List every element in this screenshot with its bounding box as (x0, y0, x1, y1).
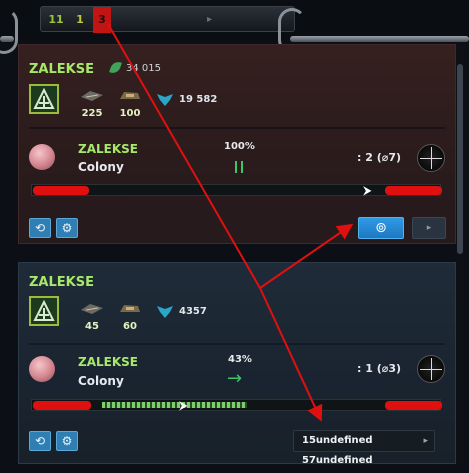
planet-name[interactable]: ZALEKSE (78, 142, 138, 156)
rod-right-decoration (290, 36, 469, 42)
alliance-badge-icon[interactable] (29, 84, 59, 114)
cruiser-count: 100 (119, 108, 141, 119)
fighter-unit: 45 (77, 300, 107, 332)
settings-button[interactable]: ⚙ (56, 431, 78, 451)
owner-score: 34 015 (126, 63, 161, 74)
next-button[interactable]: ▸ (412, 217, 446, 239)
redaction-right (385, 186, 442, 195)
mission-progress-track (31, 399, 441, 411)
planet-name[interactable]: ZALEKSE (78, 355, 138, 369)
owner-name: ZALEKSE (29, 62, 94, 77)
fighter-ship-icon (81, 304, 103, 314)
fleet-screen: 11 1 3 ▸ ZALEKSE 34 015 225 100 19 582 Z… (0, 0, 469, 473)
alliance-badge-icon[interactable] (29, 296, 59, 326)
fleet-card-2: ZALEKSE 45 60 4357 ZALEKSE Colony 43% → … (18, 262, 456, 466)
cruiser-unit: 100 (115, 87, 145, 119)
planet-icon[interactable] (29, 144, 55, 170)
planet-type: Colony (78, 160, 124, 174)
counter-bar: 11 1 3 ▸ (40, 6, 295, 33)
arrow-right-icon: → (227, 368, 243, 389)
redaction-right (385, 401, 442, 410)
slot-count: : 1 (⌀3) (357, 362, 402, 375)
rod-left-decoration (0, 36, 14, 42)
chevron-right-icon[interactable]: ▸ (207, 7, 212, 33)
fighter-count: 45 (85, 321, 99, 332)
cruiser-ship-icon (120, 92, 140, 99)
fighter-ship-icon (81, 91, 103, 101)
crosshair-icon[interactable] (417, 355, 445, 383)
mission-percent: 100% (224, 141, 255, 152)
target-action-button[interactable]: ⊚ (358, 217, 404, 239)
counter-1[interactable]: 11 (47, 7, 65, 33)
planet-icon[interactable] (29, 356, 55, 382)
fleet-power: 4357 (179, 306, 207, 317)
fleet-card-1: ZALEKSE 34 015 225 100 19 582 ZALEKSE Co… (18, 44, 456, 244)
scroll-thumb[interactable] (457, 64, 463, 254)
wings-icon (157, 306, 173, 318)
arrival-timer-text: 15undefined 57undefined (302, 435, 373, 466)
top-bar: 11 1 3 ▸ (0, 0, 469, 54)
redaction-left (33, 186, 89, 195)
leaf-icon (109, 59, 122, 76)
cruiser-unit: 60 (115, 300, 145, 332)
divider (29, 343, 445, 345)
wings-icon (157, 94, 173, 106)
scrollbar[interactable] (456, 44, 464, 464)
cruiser-ship-icon (120, 305, 140, 312)
counter-3[interactable]: 3 (93, 7, 111, 33)
chevron-right-icon: ▸ (423, 436, 428, 446)
divider (29, 127, 445, 129)
hook-left-decoration (0, 8, 18, 54)
cruiser-count: 60 (123, 321, 137, 332)
mission-percent: 43% (228, 354, 252, 365)
crosshair-icon[interactable] (417, 144, 445, 172)
fighter-unit: 225 (77, 87, 107, 119)
fleet-ship-icon: ⮞ (179, 398, 188, 412)
arrival-timer[interactable]: 15undefined 57undefined ▸ (293, 430, 435, 466)
owner-name: ZALEKSE (29, 275, 94, 290)
pause-icon (233, 161, 245, 173)
slot-count: : 2 (⌀7) (357, 151, 402, 164)
fleet-power: 19 582 (179, 94, 218, 105)
counter-2[interactable]: 1 (73, 7, 87, 33)
return-button[interactable]: ⟲ (29, 218, 51, 238)
mission-progress-track (31, 184, 441, 196)
planet-type: Colony (78, 374, 124, 388)
return-button[interactable]: ⟲ (29, 431, 51, 451)
mission-progress-fill (102, 402, 248, 408)
fleet-ship-icon: ⮞ (363, 183, 372, 197)
fighter-count: 225 (81, 108, 103, 119)
drone-button[interactable]: ⚙ (56, 218, 78, 238)
redaction-left (33, 401, 91, 410)
